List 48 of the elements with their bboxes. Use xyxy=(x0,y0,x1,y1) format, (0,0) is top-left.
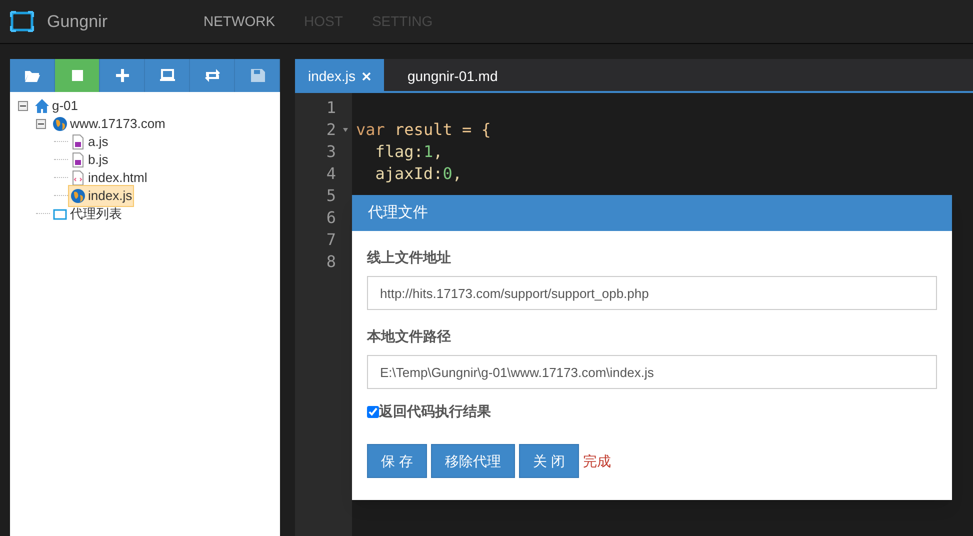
toggle-icon[interactable] xyxy=(36,119,46,129)
dialog-button[interactable]: 移除代理 xyxy=(430,444,515,478)
js-file-icon xyxy=(70,134,86,150)
globe-icon xyxy=(70,188,86,204)
toolbar-button[interactable] xyxy=(100,59,145,92)
line-number: 6 xyxy=(325,207,336,229)
fold-icon[interactable] xyxy=(343,128,348,132)
dialog-button[interactable]: 保 存 xyxy=(367,444,427,478)
save-icon xyxy=(248,67,266,84)
dialog-button[interactable]: 关 闭 xyxy=(518,444,579,478)
checkbox-label: 返回代码执行结果 xyxy=(379,402,491,421)
toolbar-button[interactable] xyxy=(190,59,235,92)
code-line: ajaxId:0, xyxy=(374,164,462,183)
app-name: Gungnir xyxy=(47,10,108,33)
line-number: 2 xyxy=(295,119,336,141)
field-label: 线上文件地址 xyxy=(367,248,452,267)
dialog-title: 代理文件 xyxy=(352,195,952,231)
logo-icon xyxy=(10,10,34,34)
close-icon[interactable] xyxy=(362,72,372,80)
html-file-icon xyxy=(70,170,86,186)
text-field[interactable]: http://hits.17173.com/support/support_opb.php xyxy=(367,276,937,310)
field-label: 本地文件路径 xyxy=(367,327,452,346)
home-icon xyxy=(34,98,50,114)
toolbar-button[interactable] xyxy=(145,59,190,92)
line-number: 1 xyxy=(325,97,336,119)
globe-icon xyxy=(52,116,68,132)
toolbar-button[interactable] xyxy=(10,59,55,92)
code-line: flag:1, xyxy=(374,142,443,161)
editor-tab[interactable]: index.js xyxy=(295,59,384,93)
tree-item[interactable]: index.js xyxy=(68,185,134,207)
text-field[interactable]: E:\Temp\Gungnir\g-01\www.17173.com\index.js xyxy=(367,355,937,389)
toggle-icon[interactable] xyxy=(18,101,28,111)
toolbar-button[interactable] xyxy=(55,59,100,92)
line-number: 7 xyxy=(325,229,336,251)
laptop-icon xyxy=(158,67,176,84)
nav-link[interactable]: NETWORK xyxy=(203,11,276,32)
editor-tab[interactable]: gungnir-01.md xyxy=(394,59,511,93)
line-number: 3 xyxy=(325,141,336,163)
line-number: 5 xyxy=(325,185,336,207)
refresh-icon xyxy=(204,67,220,84)
toolbar-button[interactable] xyxy=(235,59,280,92)
js-file-icon xyxy=(70,152,86,168)
code-line: var result = { xyxy=(356,120,491,139)
status-text: 完成 xyxy=(582,452,611,470)
plus-icon xyxy=(114,67,130,84)
checkbox[interactable] xyxy=(367,406,379,418)
line-number: 8 xyxy=(325,251,336,273)
line-number: 4 xyxy=(325,163,336,185)
